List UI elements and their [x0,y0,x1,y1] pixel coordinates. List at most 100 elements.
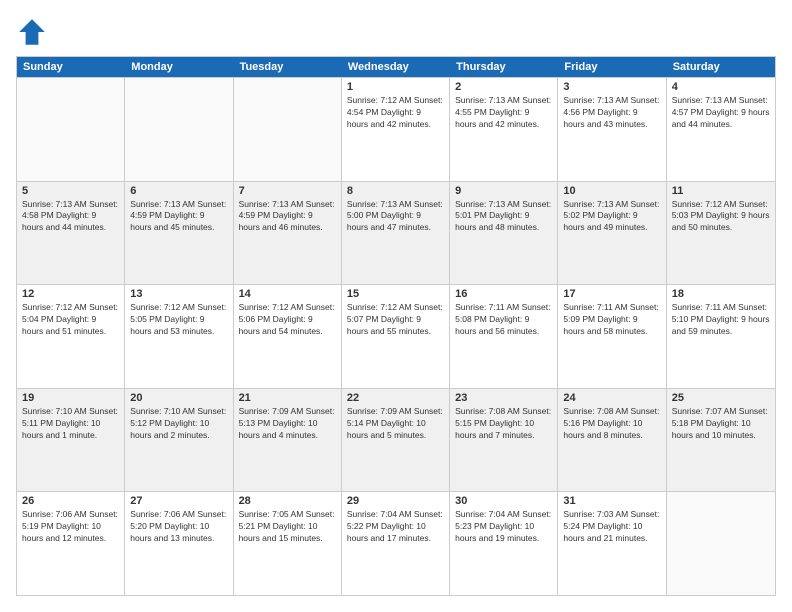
day-cell-8: 8 Sunrise: 7:13 AM Sunset: 5:00 PM Daylig… [342,182,450,285]
day-cell-23: 23Sunrise: 7:08 AM Sunset: 5:15 PM Dayli… [450,389,558,492]
day-number: 18 [672,288,770,300]
day-cell-30: 30 Sunrise: 7:04 AM Sunset: 5:23 PM Dayli… [450,492,558,595]
day-number: 15 [347,288,444,300]
day-cell-27: 27Sunrise: 7:06 AM Sunset: 5:20 PM Dayli… [125,492,233,595]
day-number: 31 [563,495,660,507]
day-number: 30 [455,495,552,507]
weekday-header-saturday: Saturday [667,57,775,77]
weekday-header-thursday: Thursday [450,57,558,77]
calendar-row-0: 1 Sunrise: 7:12 AM Sunset: 4:54 PM Daylig… [17,77,775,181]
day-cell-20: 20 Sunrise: 7:10 AM Sunset: 5:12 PM Dayli… [125,389,233,492]
day-number: 9 [455,185,552,197]
weekday-header-sunday: Sunday [17,57,125,77]
calendar-row-3: 19 Sunrise: 7:10 AM Sunset: 5:11 PM Dayli… [17,388,775,492]
calendar-body: 1 Sunrise: 7:12 AM Sunset: 4:54 PM Daylig… [17,77,775,595]
calendar: SundayMondayTuesdayWednesdayThursdayFrid… [16,56,776,596]
day-cell-10: 10 Sunrise: 7:13 AM Sunset: 5:02 PM Dayli… [558,182,666,285]
day-cell-empty [667,492,775,595]
day-cell-25: 25 Sunrise: 7:07 AM Sunset: 5:18 PM Dayli… [667,389,775,492]
day-info: Sunrise: 7:08 AM Sunset: 5:16 PM Dayligh… [563,406,660,442]
day-info: Sunrise: 7:13 AM Sunset: 4:59 PM Dayligh… [130,199,227,235]
day-cell-empty [234,78,342,181]
day-number: 7 [239,185,336,197]
day-info: Sunrise: 7:13 AM Sunset: 4:58 PM Dayligh… [22,199,119,235]
day-cell-4: 4 Sunrise: 7:13 AM Sunset: 4:57 PM Daylig… [667,78,775,181]
day-info: Sunrise: 7:13 AM Sunset: 5:02 PM Dayligh… [563,199,660,235]
day-number: 23 [455,392,552,404]
day-number: 29 [347,495,444,507]
day-info: Sunrise: 7:07 AM Sunset: 5:18 PM Dayligh… [672,406,770,442]
weekday-header-wednesday: Wednesday [342,57,450,77]
weekday-header-monday: Monday [125,57,233,77]
day-info: Sunrise: 7:10 AM Sunset: 5:12 PM Dayligh… [130,406,227,442]
day-number: 24 [563,392,660,404]
day-cell-22: 22 Sunrise: 7:09 AM Sunset: 5:14 PM Dayli… [342,389,450,492]
day-number: 13 [130,288,227,300]
day-cell-19: 19 Sunrise: 7:10 AM Sunset: 5:11 PM Dayli… [17,389,125,492]
day-info: Sunrise: 7:13 AM Sunset: 4:56 PM Dayligh… [563,95,660,131]
day-number: 8 [347,185,444,197]
calendar-row-4: 26Sunrise: 7:06 AM Sunset: 5:19 PM Dayli… [17,491,775,595]
day-info: Sunrise: 7:06 AM Sunset: 5:20 PM Dayligh… [130,509,227,545]
day-cell-12: 12 Sunrise: 7:12 AM Sunset: 5:04 PM Dayli… [17,285,125,388]
day-number: 10 [563,185,660,197]
day-info: Sunrise: 7:13 AM Sunset: 5:01 PM Dayligh… [455,199,552,235]
day-cell-14: 14 Sunrise: 7:12 AM Sunset: 5:06 PM Dayli… [234,285,342,388]
day-number: 25 [672,392,770,404]
day-info: Sunrise: 7:04 AM Sunset: 5:22 PM Dayligh… [347,509,444,545]
day-number: 5 [22,185,119,197]
day-info: Sunrise: 7:12 AM Sunset: 5:04 PM Dayligh… [22,302,119,338]
day-cell-7: 7 Sunrise: 7:13 AM Sunset: 4:59 PM Daylig… [234,182,342,285]
day-info: Sunrise: 7:09 AM Sunset: 5:13 PM Dayligh… [239,406,336,442]
day-cell-6: 6 Sunrise: 7:13 AM Sunset: 4:59 PM Daylig… [125,182,233,285]
logo-icon [16,16,48,48]
day-number: 6 [130,185,227,197]
day-info: Sunrise: 7:04 AM Sunset: 5:23 PM Dayligh… [455,509,552,545]
day-info: Sunrise: 7:11 AM Sunset: 5:08 PM Dayligh… [455,302,552,338]
day-cell-5: 5 Sunrise: 7:13 AM Sunset: 4:58 PM Daylig… [17,182,125,285]
day-cell-21: 21 Sunrise: 7:09 AM Sunset: 5:13 PM Dayli… [234,389,342,492]
calendar-header: SundayMondayTuesdayWednesdayThursdayFrid… [17,57,775,77]
calendar-row-1: 5 Sunrise: 7:13 AM Sunset: 4:58 PM Daylig… [17,181,775,285]
day-cell-empty [125,78,233,181]
day-cell-empty [17,78,125,181]
calendar-row-2: 12 Sunrise: 7:12 AM Sunset: 5:04 PM Dayli… [17,284,775,388]
weekday-header-friday: Friday [558,57,666,77]
day-cell-15: 15 Sunrise: 7:12 AM Sunset: 5:07 PM Dayli… [342,285,450,388]
day-number: 21 [239,392,336,404]
day-number: 2 [455,81,552,93]
day-cell-9: 9 Sunrise: 7:13 AM Sunset: 5:01 PM Daylig… [450,182,558,285]
day-number: 20 [130,392,227,404]
day-number: 26 [22,495,119,507]
weekday-header-tuesday: Tuesday [234,57,342,77]
day-info: Sunrise: 7:12 AM Sunset: 5:07 PM Dayligh… [347,302,444,338]
day-number: 4 [672,81,770,93]
day-info: Sunrise: 7:13 AM Sunset: 4:57 PM Dayligh… [672,95,770,131]
day-info: Sunrise: 7:11 AM Sunset: 5:10 PM Dayligh… [672,302,770,338]
day-info: Sunrise: 7:09 AM Sunset: 5:14 PM Dayligh… [347,406,444,442]
day-cell-28: 28 Sunrise: 7:05 AM Sunset: 5:21 PM Dayli… [234,492,342,595]
day-info: Sunrise: 7:03 AM Sunset: 5:24 PM Dayligh… [563,509,660,545]
day-info: Sunrise: 7:13 AM Sunset: 4:59 PM Dayligh… [239,199,336,235]
day-info: Sunrise: 7:12 AM Sunset: 5:06 PM Dayligh… [239,302,336,338]
day-info: Sunrise: 7:13 AM Sunset: 5:00 PM Dayligh… [347,199,444,235]
day-number: 1 [347,81,444,93]
day-number: 19 [22,392,119,404]
day-info: Sunrise: 7:12 AM Sunset: 5:03 PM Dayligh… [672,199,770,235]
day-info: Sunrise: 7:10 AM Sunset: 5:11 PM Dayligh… [22,406,119,442]
day-cell-11: 11Sunrise: 7:12 AM Sunset: 5:03 PM Dayli… [667,182,775,285]
day-number: 12 [22,288,119,300]
day-info: Sunrise: 7:13 AM Sunset: 4:55 PM Dayligh… [455,95,552,131]
day-cell-18: 18 Sunrise: 7:11 AM Sunset: 5:10 PM Dayli… [667,285,775,388]
day-cell-17: 17Sunrise: 7:11 AM Sunset: 5:09 PM Dayli… [558,285,666,388]
day-info: Sunrise: 7:11 AM Sunset: 5:09 PM Dayligh… [563,302,660,338]
day-number: 22 [347,392,444,404]
day-cell-31: 31 Sunrise: 7:03 AM Sunset: 5:24 PM Dayli… [558,492,666,595]
day-info: Sunrise: 7:12 AM Sunset: 4:54 PM Dayligh… [347,95,444,131]
day-cell-1: 1 Sunrise: 7:12 AM Sunset: 4:54 PM Daylig… [342,78,450,181]
page: SundayMondayTuesdayWednesdayThursdayFrid… [0,0,792,612]
day-number: 14 [239,288,336,300]
day-number: 3 [563,81,660,93]
day-number: 28 [239,495,336,507]
day-info: Sunrise: 7:05 AM Sunset: 5:21 PM Dayligh… [239,509,336,545]
